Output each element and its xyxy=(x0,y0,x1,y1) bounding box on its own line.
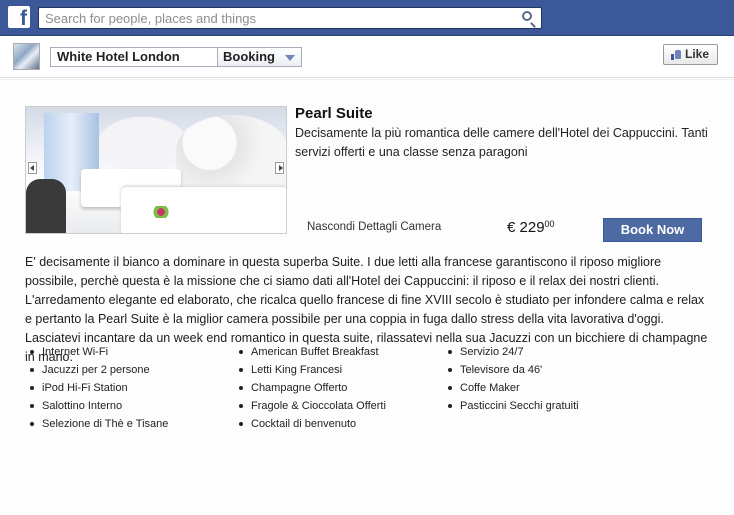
list-item: Jacuzzi per 2 persone xyxy=(30,364,230,382)
price-cents: 00 xyxy=(544,219,555,229)
amenities-column: Internet Wi-Fi Jacuzzi per 2 persone iPo… xyxy=(30,346,230,436)
room-short-description: Decisamente la più romantica delle camer… xyxy=(295,126,708,159)
room-photo-chair xyxy=(26,179,66,233)
list-item: Fragole & Cioccolata Offerti xyxy=(239,400,439,418)
section-dropdown[interactable]: Booking xyxy=(217,47,302,67)
list-item: Salottino Interno xyxy=(30,400,230,418)
list-item: Selezione di Thè e Tisane xyxy=(30,418,230,436)
room-photo-flowers xyxy=(150,206,172,218)
list-item: Champagne Offerto xyxy=(239,382,439,400)
search-input[interactable] xyxy=(39,8,509,28)
hotel-name-field[interactable]: White Hotel London xyxy=(50,47,218,67)
list-item: Cocktail di benvenuto xyxy=(239,418,439,436)
like-button[interactable]: Like xyxy=(663,44,718,65)
room-photo xyxy=(25,106,287,234)
booking-panel: Pearl Suite Decisamente la più romantica… xyxy=(0,79,734,515)
search-box xyxy=(38,7,542,29)
like-button-label: Like xyxy=(685,47,710,61)
list-item: American Buffet Breakfast xyxy=(239,346,439,364)
chevron-down-icon xyxy=(285,55,295,61)
room-price: € 22900 xyxy=(507,219,555,236)
list-item: Servizio 24/7 xyxy=(448,346,648,364)
facebook-logo-icon[interactable]: f xyxy=(8,6,30,30)
app-header: White Hotel London Booking Like xyxy=(0,36,734,78)
room-photo-headboard xyxy=(176,115,286,185)
list-item: Coffe Maker xyxy=(448,382,648,400)
list-item: Televisore da 46' xyxy=(448,364,648,382)
book-now-button[interactable]: Book Now xyxy=(603,218,702,242)
search-button[interactable] xyxy=(515,8,541,28)
page-thumbnail[interactable] xyxy=(13,43,40,70)
facebook-top-bar: f xyxy=(0,0,734,36)
list-item: Internet Wi-Fi xyxy=(30,346,230,364)
list-item: Pasticcini Secchi gratuiti xyxy=(448,400,648,418)
hide-details-link[interactable]: Nascondi Dettagli Camera xyxy=(307,221,441,233)
amenities-column: American Buffet Breakfast Letti King Fra… xyxy=(239,346,439,436)
thumbs-up-icon xyxy=(671,49,681,60)
chevron-left-icon[interactable] xyxy=(28,162,37,174)
price-main: € 229 xyxy=(507,219,545,236)
search-icon xyxy=(522,11,532,21)
amenities-column: Servizio 24/7 Televisore da 46' Coffe Ma… xyxy=(448,346,648,418)
list-item: Letti King Francesi xyxy=(239,364,439,382)
chevron-right-icon[interactable] xyxy=(275,162,284,174)
room-photo-bed xyxy=(121,187,286,233)
list-item: iPod Hi-Fi Station xyxy=(30,382,230,400)
room-title: Pearl Suite xyxy=(295,105,373,122)
section-dropdown-label: Booking xyxy=(223,49,275,64)
